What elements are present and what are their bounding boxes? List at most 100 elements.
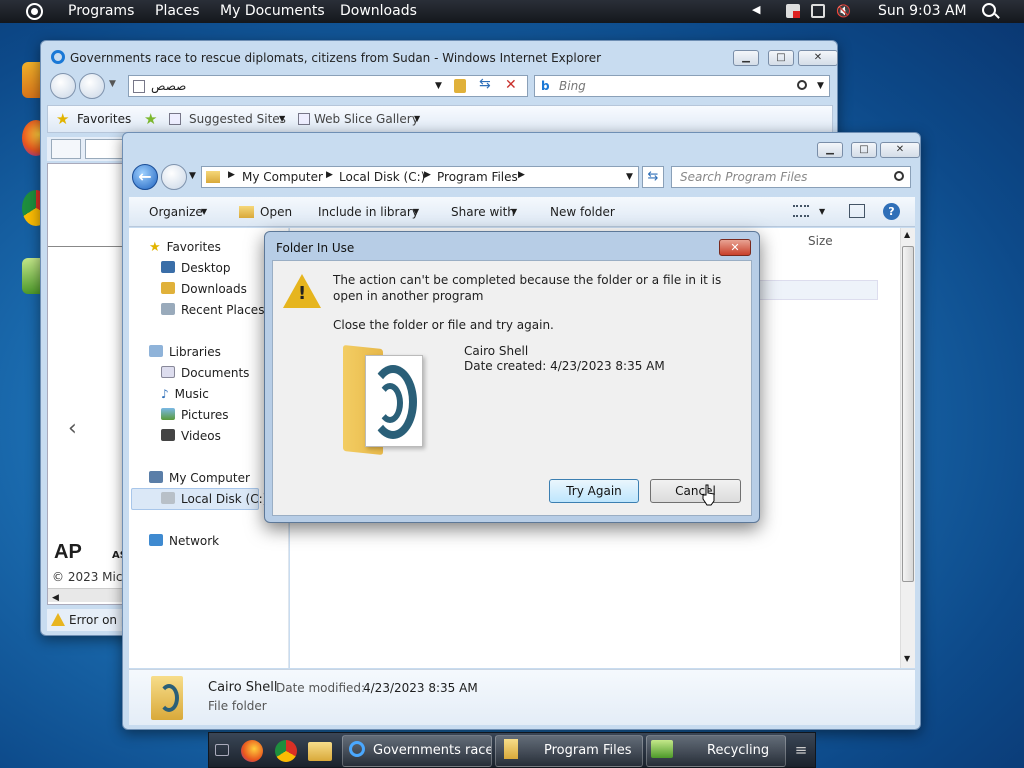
cancel-button[interactable]: Cancel — [650, 479, 741, 503]
explorer-forward-button[interactable] — [161, 164, 187, 190]
include-chevron-icon[interactable]: ▼ — [413, 207, 419, 216]
taskbar-ie-button[interactable]: Governments race... — [342, 735, 492, 767]
folder-in-use-dialog: Folder In Use ✕ ! The action can't be co… — [264, 231, 760, 523]
add-favorites-icon[interactable]: ★ — [144, 110, 157, 128]
ie-tab-icon[interactable] — [85, 139, 123, 159]
taskbar-ie-label: Governments race... — [373, 743, 491, 758]
breadcrumb-sep-icon[interactable]: ▶ — [424, 170, 431, 180]
ap-logo: AP — [54, 541, 82, 563]
organize-button[interactable]: Organize — [149, 205, 203, 219]
ie-forward-button[interactable] — [79, 73, 105, 99]
new-folder-button[interactable]: New folder — [550, 205, 615, 219]
ie-minimize-button[interactable]: ▁ — [733, 50, 759, 66]
clock[interactable]: Sun 9:03 AM — [878, 3, 967, 19]
volume-muted-icon[interactable]: 🔇 — [836, 4, 851, 18]
firefox-taskbar-icon[interactable] — [241, 740, 263, 762]
pictures-icon — [161, 408, 175, 420]
details-kind: File folder — [208, 699, 267, 713]
share-with-button[interactable]: Share with — [451, 205, 515, 219]
ie-address-bar[interactable]: صصص ▼ ⇆ ✕ — [128, 75, 528, 97]
try-again-button[interactable]: Try Again — [549, 479, 639, 503]
ie-history-chevron-icon[interactable]: ▼ — [109, 79, 116, 89]
preview-pane-icon[interactable] — [849, 204, 865, 218]
suggested-sites-chevron-icon[interactable]: ▼ — [279, 114, 285, 123]
nav-libraries[interactable]: Libraries — [149, 345, 221, 359]
taskbar-recycling-button[interactable]: Recycling — [646, 735, 786, 767]
quick-tabs-icon[interactable] — [51, 139, 81, 159]
action-center-icon[interactable] — [786, 4, 800, 18]
suggested-sites-link[interactable]: Suggested Sites — [189, 112, 286, 126]
carousel-prev-icon[interactable]: ‹ — [68, 416, 77, 441]
ie-close-button[interactable]: ✕ — [798, 50, 838, 66]
show-desktop-icon[interactable] — [215, 744, 229, 756]
ie-favorites-button[interactable]: Favorites — [77, 112, 131, 126]
nav-videos[interactable]: Videos — [161, 429, 221, 443]
column-header-size[interactable]: Size — [808, 234, 833, 248]
explorer-close-button[interactable]: ✕ — [880, 142, 920, 158]
nav-documents[interactable]: Documents — [161, 366, 249, 380]
include-in-library-button[interactable]: Include in library — [318, 205, 419, 219]
organize-chevron-icon[interactable]: ▼ — [201, 207, 207, 216]
breadcrumb-sep-icon[interactable]: ▶ — [228, 170, 235, 180]
ie-back-button[interactable] — [50, 73, 76, 99]
scroll-thumb[interactable] — [902, 246, 914, 582]
nav-pictures[interactable]: Pictures — [161, 408, 229, 422]
share-chevron-icon[interactable]: ▼ — [511, 207, 517, 216]
stop-icon[interactable]: ✕ — [505, 77, 517, 93]
nav-desktop[interactable]: Desktop — [161, 261, 231, 275]
ie-maximize-button[interactable]: □ — [768, 50, 794, 66]
search-dropdown-icon[interactable]: ▼ — [817, 81, 824, 91]
web-slice-chevron-icon[interactable]: ▼ — [414, 114, 420, 123]
lock-icon[interactable] — [454, 79, 466, 93]
explorer-breadcrumb[interactable]: ▶ My Computer ▶ Local Disk (C:) ▶ Progra… — [201, 166, 639, 188]
address-dropdown-icon[interactable]: ▼ — [435, 81, 442, 91]
nav-network[interactable]: Network — [149, 534, 219, 548]
breadcrumb-local-disk[interactable]: Local Disk (C:) — [339, 170, 425, 184]
breadcrumb-sep-icon[interactable]: ▶ — [518, 170, 525, 180]
search-magnifier-icon[interactable] — [797, 80, 807, 90]
ie-search-box[interactable]: b Bing ▼ — [534, 75, 830, 97]
explorer-minimize-button[interactable]: ▁ — [817, 142, 843, 158]
start-orb-icon[interactable] — [26, 3, 43, 20]
dialog-close-button[interactable]: ✕ — [719, 239, 751, 256]
chrome-taskbar-icon[interactable] — [275, 740, 297, 762]
explorer-search-icon[interactable] — [894, 171, 904, 181]
refresh-icon[interactable]: ⇆ — [479, 76, 491, 92]
breadcrumb-dropdown-icon[interactable]: ▼ — [626, 172, 633, 182]
error-warning-icon[interactable] — [51, 613, 65, 626]
view-options-icon[interactable] — [793, 205, 809, 217]
view-chevron-icon[interactable]: ▼ — [819, 207, 825, 216]
scroll-down-icon[interactable]: ▼ — [904, 654, 910, 663]
taskbar-program-files-button[interactable]: Program Files — [495, 735, 643, 767]
menu-programs[interactable]: Programs — [68, 3, 134, 19]
open-button[interactable]: Open — [260, 205, 292, 219]
recent-pages-chevron-icon[interactable]: ▼ — [189, 171, 196, 181]
file-manager-taskbar-icon[interactable] — [308, 742, 332, 761]
file-list-scrollbar[interactable]: ▲ ▼ — [900, 228, 915, 668]
breadcrumb-sep-icon[interactable]: ▶ — [326, 170, 333, 180]
help-icon[interactable]: ? — [883, 203, 900, 220]
network-icon[interactable] — [811, 4, 825, 18]
dialog-body: ! The action can't be completed because … — [272, 260, 752, 516]
scroll-up-icon[interactable]: ▲ — [904, 230, 910, 239]
taskbar-menu-icon[interactable]: ≡ — [793, 742, 809, 758]
nav-downloads[interactable]: Downloads — [161, 282, 247, 296]
breadcrumb-program-files[interactable]: Program Files — [437, 170, 518, 184]
menu-my-documents[interactable]: My Documents — [220, 3, 325, 19]
explorer-search-box[interactable]: Search Program Files — [671, 166, 911, 188]
menu-downloads[interactable]: Downloads — [340, 3, 417, 19]
nav-recent-places[interactable]: Recent Places — [161, 303, 264, 317]
explorer-refresh-icon[interactable]: ⇆ — [642, 166, 664, 188]
explorer-maximize-button[interactable]: □ — [851, 142, 877, 158]
explorer-back-button[interactable]: ← — [132, 164, 158, 190]
breadcrumb-my-computer[interactable]: My Computer — [242, 170, 323, 184]
nav-music[interactable]: ♪ Music — [161, 387, 209, 401]
ie-horizontal-scrollbar[interactable]: ◀ — [48, 588, 128, 603]
ie-status-text[interactable]: Error on p — [69, 613, 128, 627]
nav-my-computer[interactable]: My Computer — [149, 471, 250, 485]
web-slice-gallery-link[interactable]: Web Slice Gallery — [314, 112, 419, 126]
tray-expand-icon[interactable]: ◀ — [752, 3, 760, 16]
menu-places[interactable]: Places — [155, 3, 200, 19]
nav-favorites[interactable]: ★ Favorites — [149, 240, 221, 255]
nav-local-disk[interactable]: Local Disk (C:) — [161, 492, 267, 506]
